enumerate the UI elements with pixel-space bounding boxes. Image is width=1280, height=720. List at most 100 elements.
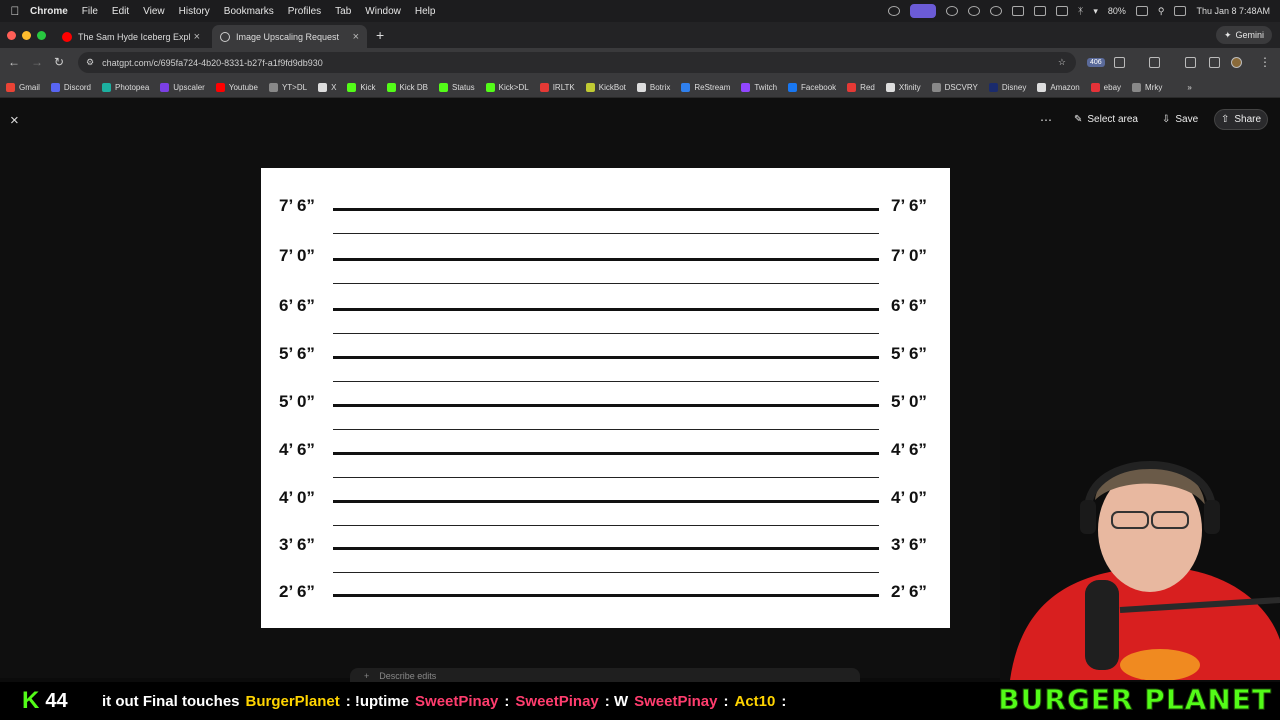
- bookmark-favicon-icon: [931, 82, 941, 92]
- share-button[interactable]: ⇧ Share: [1214, 109, 1269, 130]
- profile-avatar-icon[interactable]: [1231, 57, 1242, 68]
- bookmark-item[interactable]: Kick DB: [386, 82, 428, 92]
- zoom-window-button[interactable]: [37, 31, 46, 40]
- bookmarks-overflow-icon[interactable]: »: [1187, 83, 1191, 92]
- bookmark-item[interactable]: Kick>DL: [485, 82, 529, 92]
- menu-help[interactable]: Help: [415, 6, 436, 17]
- obs-icon[interactable]: [887, 6, 900, 16]
- bookmark-item[interactable]: Mrky: [1132, 82, 1162, 92]
- half-height-line: [333, 381, 879, 382]
- chat-fragment: BurgerPlanet: [245, 692, 340, 710]
- reload-icon[interactable]: ↻: [54, 55, 64, 69]
- bookmark-item[interactable]: Status: [438, 82, 475, 92]
- share-icon: ⇧: [1221, 114, 1230, 125]
- media-control-icon[interactable]: [1209, 57, 1220, 68]
- gemini-button[interactable]: ✦ Gemini: [1215, 26, 1272, 44]
- wifi-icon[interactable]: ▾: [1093, 6, 1098, 17]
- save-button[interactable]: ⇩ Save: [1156, 109, 1204, 130]
- bookmark-item[interactable]: IRLTK: [539, 82, 575, 92]
- tab-iceberg[interactable]: The Sam Hyde Iceberg Expla ×: [54, 25, 208, 48]
- bookmark-item[interactable]: DSCVRY: [931, 82, 978, 92]
- screen-share-icon[interactable]: [909, 4, 936, 18]
- chrome-menu-icon[interactable]: ⋮: [1259, 55, 1271, 69]
- composer-input[interactable]: Describe edits: [379, 671, 436, 681]
- menu-extra-icon[interactable]: [967, 6, 980, 16]
- bookmark-item[interactable]: Disney: [988, 82, 1026, 92]
- webcam-overlay: [1000, 430, 1280, 680]
- address-bar[interactable]: ⚙ chatgpt.com/c/695fa724-4b20-8331-b27f-…: [78, 52, 1076, 73]
- bookmark-item[interactable]: Amazon: [1037, 82, 1080, 92]
- tab-image-upscaling[interactable]: Image Upscaling Request ×: [212, 25, 367, 48]
- kick-logo-icon: K: [22, 687, 40, 714]
- more-options-icon[interactable]: ⋯: [1040, 113, 1053, 127]
- bluetooth-icon[interactable]: ᛡ: [1078, 6, 1083, 16]
- menu-tab[interactable]: Tab: [335, 6, 351, 17]
- close-tab-icon[interactable]: ×: [353, 31, 359, 43]
- control-center-icon[interactable]: [1174, 6, 1187, 16]
- bookmark-label: ReStream: [694, 82, 731, 92]
- battery-percent[interactable]: 80%: [1108, 6, 1126, 16]
- bookmark-item[interactable]: Xfinity: [885, 82, 921, 92]
- bookmark-item[interactable]: Twitch: [741, 82, 777, 92]
- extension-badge[interactable]: 406: [1087, 58, 1105, 67]
- menu-profiles[interactable]: Profiles: [288, 6, 321, 17]
- menu-file[interactable]: File: [82, 6, 98, 17]
- record-icon[interactable]: [945, 6, 958, 16]
- bookmark-item[interactable]: KickBot: [585, 82, 626, 92]
- height-mark-left: 6’ 6”: [279, 296, 315, 315]
- menu-bookmarks[interactable]: Bookmarks: [224, 6, 274, 17]
- bookmark-item[interactable]: Red: [847, 82, 875, 92]
- height-mark-left: 3’ 6”: [279, 535, 315, 554]
- download-icon[interactable]: [1185, 57, 1196, 68]
- apple-menu-icon[interactable]: : [0, 4, 30, 18]
- close-viewer-icon[interactable]: ×: [10, 112, 19, 129]
- menu-history[interactable]: History: [179, 6, 210, 17]
- close-tab-icon[interactable]: ×: [194, 31, 200, 43]
- bookmark-item[interactable]: Youtube: [215, 82, 258, 92]
- bookmark-item[interactable]: Kick: [347, 82, 376, 92]
- forward-arrow-icon[interactable]: →: [31, 55, 43, 69]
- bookmark-item[interactable]: Photopea: [102, 82, 149, 92]
- play-icon[interactable]: [989, 6, 1002, 16]
- share-label: Share: [1234, 114, 1262, 125]
- bookmark-item[interactable]: ReStream: [681, 82, 731, 92]
- bookmark-label: Xfinity: [898, 82, 921, 92]
- generated-image[interactable]: 7’ 6” 7’ 6” 7’ 0” 7’ 0” 6’ 6” 6’ 6” 5’ 6” 5’ 6”…: [261, 168, 950, 628]
- height-mark-left: 4’ 0”: [279, 488, 315, 507]
- back-arrow-icon[interactable]: ←: [8, 55, 20, 69]
- site-info-icon[interactable]: ⚙: [86, 57, 94, 68]
- minimize-window-button[interactable]: [22, 31, 31, 40]
- bookmark-item[interactable]: Facebook: [788, 82, 836, 92]
- add-attachment-icon[interactable]: +: [364, 671, 369, 681]
- spotlight-search-icon[interactable]: ⚲: [1158, 6, 1165, 17]
- bookmark-favicon-icon: [347, 82, 357, 92]
- height-mark-left: 7’ 6”: [279, 196, 315, 215]
- bookmark-item[interactable]: ebay: [1090, 82, 1121, 92]
- display-icon[interactable]: [1033, 6, 1046, 16]
- cast-icon[interactable]: [1149, 57, 1160, 68]
- bookmark-favicon-icon: [585, 82, 595, 92]
- bookmark-item[interactable]: X: [318, 82, 336, 92]
- bookmark-item[interactable]: Upscaler: [160, 82, 205, 92]
- new-tab-button[interactable]: +: [376, 27, 384, 43]
- bookmark-label: DSCVRY: [944, 82, 978, 92]
- volume-icon[interactable]: [1011, 6, 1024, 16]
- bookmark-item[interactable]: Discord: [50, 82, 91, 92]
- menu-view[interactable]: View: [143, 6, 165, 17]
- menu-edit[interactable]: Edit: [112, 6, 129, 17]
- bookmark-label: Kick DB: [399, 82, 428, 92]
- url-text[interactable]: chatgpt.com/c/695fa724-4b20-8331-b27f-a1…: [102, 58, 323, 68]
- extensions-puzzle-icon[interactable]: [1114, 57, 1125, 68]
- bookmark-item[interactable]: Gmail: [6, 82, 40, 92]
- bookmark-item[interactable]: YT>DL: [268, 82, 307, 92]
- battery-icon[interactable]: [1135, 6, 1148, 16]
- select-area-button[interactable]: ✎ Select area: [1068, 109, 1144, 130]
- app-menu[interactable]: Chrome: [30, 6, 68, 17]
- bookmark-star-icon[interactable]: ☆: [1058, 57, 1066, 68]
- clock[interactable]: Thu Jan 8 7:48AM: [1196, 6, 1270, 16]
- bookmark-item[interactable]: Botrix: [636, 82, 670, 92]
- close-window-button[interactable]: [7, 31, 16, 40]
- menu-window[interactable]: Window: [365, 6, 401, 17]
- screen-mirror-icon[interactable]: [1055, 6, 1068, 16]
- height-mark-right: 3’ 6”: [891, 535, 927, 554]
